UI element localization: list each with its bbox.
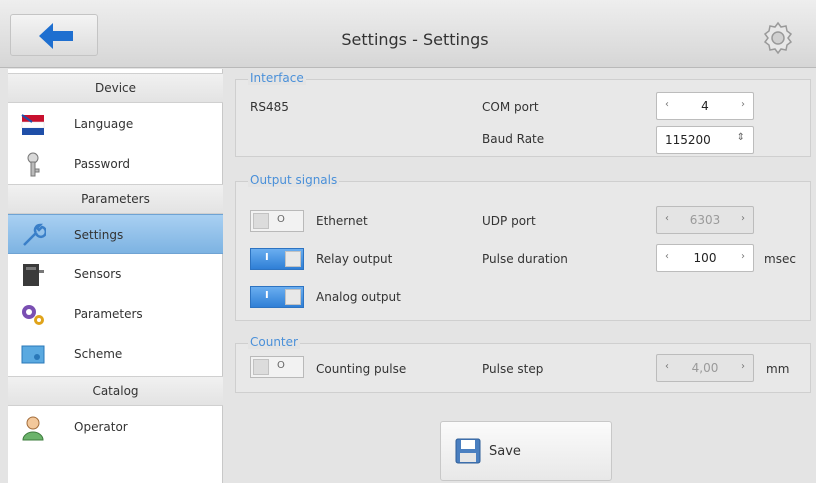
wrench-icon (23, 223, 46, 246)
pulse-duration-value: 100 (693, 251, 717, 265)
toggle-knob (285, 251, 301, 267)
gear-icon[interactable] (760, 20, 796, 56)
udp-port-spinner[interactable]: ‹ 6303 › (656, 206, 754, 234)
ethernet-toggle[interactable]: O (250, 210, 304, 232)
toggle-off-mark: O (277, 214, 285, 225)
baud-rate-value: 115200 (665, 133, 711, 147)
output-signals-group: Output signals O Ethernet UDP port ‹ 630… (235, 173, 811, 321)
sidebar-item-settings[interactable]: Settings (8, 214, 223, 254)
main-panel: Interface RS485 COM port ‹ 4 › Baud Rate… (227, 69, 816, 483)
floppy-disk-icon (455, 438, 481, 464)
sidebar-item-password[interactable]: Password (8, 144, 223, 184)
pulse-step-unit: mm (766, 362, 790, 376)
pulse-duration-spinner[interactable]: ‹ 100 › (656, 244, 754, 272)
toggle-knob (285, 289, 301, 305)
save-button[interactable]: Save (440, 421, 612, 481)
com-port-spinner[interactable]: ‹ 4 › (656, 92, 754, 120)
relay-output-toggle[interactable]: I (250, 248, 304, 270)
counting-pulse-toggle[interactable]: O (250, 356, 304, 378)
interface-group: Interface RS485 COM port ‹ 4 › Baud Rate… (235, 71, 811, 157)
sensor-device-icon (23, 264, 44, 286)
baud-rate-select[interactable]: 115200 ⇕ (656, 126, 754, 154)
com-port-value: 4 (701, 99, 709, 113)
sidebar-item-label: Scheme (74, 347, 123, 361)
udp-port-value: 6303 (689, 213, 721, 227)
updown-arrow-icon: ⇕ (736, 132, 745, 143)
increment-arrow-icon[interactable]: › (741, 251, 745, 262)
key-icon (27, 152, 40, 177)
counting-pulse-label: Counting pulse (316, 362, 407, 376)
sidebar-item-label: Operator (74, 420, 128, 434)
analog-output-toggle[interactable]: I (250, 286, 304, 308)
pulse-duration-unit: msec (764, 252, 796, 266)
increment-arrow-icon[interactable]: › (741, 99, 745, 110)
group-title: Interface (248, 71, 306, 85)
sidebar-item-label: Language (74, 117, 134, 131)
back-arrow-icon (39, 23, 73, 49)
back-button[interactable] (10, 14, 98, 56)
sidebar-section-catalog: Catalog (8, 376, 223, 406)
pulse-duration-label: Pulse duration (482, 252, 568, 266)
sidebar-item-language[interactable]: Language (8, 104, 223, 144)
sidebar-item-operator[interactable]: Operator (8, 407, 223, 447)
toggle-knob (253, 359, 269, 375)
toggle-on-mark: I (265, 252, 269, 263)
sidebar-item-scheme[interactable]: Scheme (8, 334, 223, 374)
sidebar-item-label: Parameters (74, 307, 143, 321)
user-icon (22, 416, 44, 441)
gears-icon (22, 305, 44, 325)
sidebar-item-label: Password (74, 157, 131, 171)
toggle-off-mark: O (277, 360, 285, 371)
save-button-label: Save (489, 444, 521, 459)
group-title: Counter (248, 335, 300, 349)
toggle-knob (253, 213, 269, 229)
increment-arrow-icon[interactable]: › (741, 213, 745, 224)
pulse-step-label: Pulse step (482, 362, 544, 376)
com-port-label: COM port (482, 100, 539, 114)
toggle-on-mark: I (265, 290, 269, 301)
sidebar-section-device: Device (8, 73, 223, 103)
language-flag-icon (21, 114, 45, 135)
ethernet-label: Ethernet (316, 214, 368, 228)
sidebar-item-label: Settings (74, 228, 124, 242)
sidebar-item-sensors[interactable]: Sensors (8, 254, 223, 294)
scheme-icon (21, 345, 45, 364)
relay-output-label: Relay output (316, 252, 393, 266)
pulse-step-value: 4,00 (691, 361, 719, 375)
baud-rate-label: Baud Rate (482, 132, 545, 146)
title-bar: Settings - Settings (0, 0, 816, 68)
udp-port-label: UDP port (482, 214, 536, 228)
sidebar-section-parameters: Parameters (8, 184, 223, 214)
group-title: Output signals (248, 173, 340, 187)
page-title: Settings - Settings (341, 30, 489, 49)
protocol-label: RS485 (250, 100, 289, 114)
sidebar-item-label: Sensors (74, 267, 122, 281)
increment-arrow-icon[interactable]: › (741, 361, 745, 372)
sidebar: Device Language Password Parameters Sett… (8, 69, 223, 483)
sidebar-item-parameters[interactable]: Parameters (8, 294, 223, 334)
pulse-step-spinner[interactable]: ‹ 4,00 › (656, 354, 754, 382)
analog-output-label: Analog output (316, 290, 401, 304)
counter-group: Counter O Counting pulse Pulse step ‹ 4,… (235, 335, 811, 393)
